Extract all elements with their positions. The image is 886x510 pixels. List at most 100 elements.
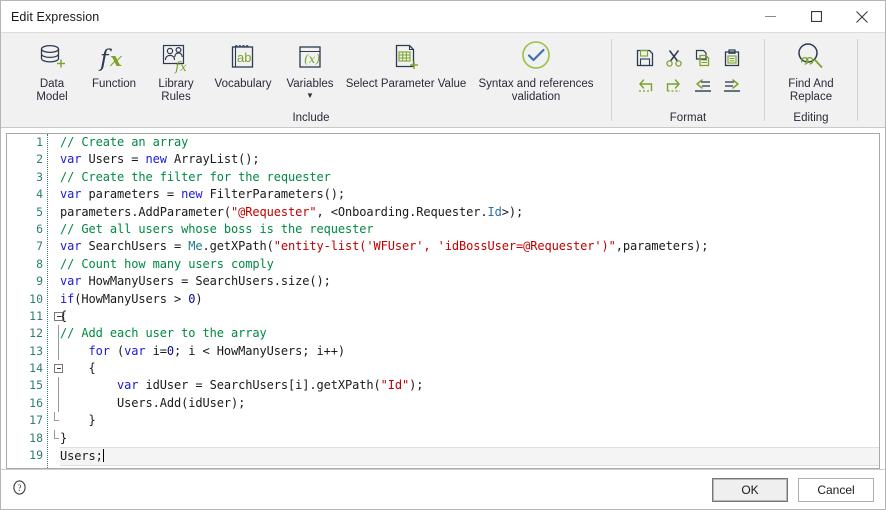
vocabulary-icon: ab xyxy=(226,40,260,76)
line-number: 7 xyxy=(36,239,43,254)
line-number: 18 xyxy=(7,429,59,447)
ribbon-toolbar: Data Model f x Function f x Library Rule… xyxy=(1,32,885,128)
vocabulary-label: Vocabulary xyxy=(214,78,272,90)
code-line[interactable]: // Create an array xyxy=(60,134,879,151)
cancel-button[interactable]: Cancel xyxy=(798,477,874,502)
line-number: 9 xyxy=(36,274,43,289)
line-number: 1 xyxy=(36,135,43,149)
syntax-validation-label: Syntax and references validation xyxy=(478,78,594,103)
vocabulary-button[interactable]: ab Vocabulary xyxy=(207,36,279,91)
code-line[interactable]: // Get all users whose boss is the reque… xyxy=(60,221,879,238)
dialog-buttons: OK Cancel xyxy=(712,477,874,502)
dialog-footer: ? OK Cancel xyxy=(1,469,885,509)
code-line[interactable]: var idUser = SearchUsers[i].getXPath("Id… xyxy=(60,377,879,394)
line-number: 12 xyxy=(7,325,59,343)
svg-text:x: x xyxy=(109,47,123,71)
code-line[interactable]: for (var i=0; i < HowManyUsers; i++) xyxy=(60,343,879,360)
window-controls xyxy=(747,1,885,32)
group-divider-3 xyxy=(857,39,858,121)
database-plus-icon xyxy=(35,40,69,76)
code-line[interactable]: Users; xyxy=(60,447,879,467)
find-replace-icon xyxy=(793,40,829,76)
find-replace-button[interactable]: Find And Replace xyxy=(775,36,847,104)
select-parameter-value-button[interactable]: Select Parameter Value xyxy=(341,36,471,91)
maximize-icon xyxy=(810,11,822,22)
fx-icon: f x xyxy=(97,40,131,76)
ribbon-group-include-label: Include xyxy=(292,112,330,124)
ribbon-group-include: Data Model f x Function f x Library Rule… xyxy=(15,33,607,127)
code-line[interactable]: // Create the filter for the requester xyxy=(60,169,879,186)
code-editor[interactable]: 1 2 3 4 5 6 7 8 9 10 11 12 13 14 15 16 17 18 19 // Create … xyxy=(6,133,880,469)
code-line[interactable]: } xyxy=(60,412,879,429)
save-icon xyxy=(636,49,653,67)
code-line[interactable]: } xyxy=(60,430,879,447)
line-number: 11 xyxy=(7,308,63,325)
line-number-gutter: 1 2 3 4 5 6 7 8 9 10 11 12 13 14 15 16 17 18 19 xyxy=(7,134,63,468)
indent-button[interactable] xyxy=(718,73,745,99)
code-line[interactable]: // Add each user to the array xyxy=(60,325,879,342)
library-rules-icon: f x xyxy=(159,40,193,76)
code-line[interactable]: { xyxy=(60,308,879,325)
variables-label: Variables xyxy=(286,78,334,90)
select-parameter-value-label: Select Parameter Value xyxy=(345,78,467,90)
close-button[interactable] xyxy=(839,1,885,32)
cut-icon xyxy=(665,50,682,67)
paste-icon xyxy=(724,49,739,67)
ok-button[interactable]: OK xyxy=(712,477,788,502)
variables-button[interactable]: (x) Variables ▼ xyxy=(279,36,341,100)
undo-button[interactable] xyxy=(631,73,658,99)
syntax-validation-button[interactable]: Syntax and references validation xyxy=(471,36,601,104)
svg-text:ab: ab xyxy=(237,50,251,65)
window-title: Edit Expression xyxy=(11,9,100,24)
code-line[interactable]: // Count how many users comply xyxy=(60,256,879,273)
code-line[interactable]: var SearchUsers = Me.getXPath("entity-li… xyxy=(60,238,879,255)
svg-text:?: ? xyxy=(18,483,22,493)
data-model-button[interactable]: Data Model xyxy=(21,36,83,104)
line-number: 16 xyxy=(7,394,59,413)
code-line[interactable]: var parameters = new FilterParameters(); xyxy=(60,186,879,203)
line-number: 14 xyxy=(7,360,63,377)
save-button[interactable] xyxy=(631,45,658,71)
code-line[interactable]: { xyxy=(60,360,879,377)
syntax-validation-icon xyxy=(517,40,555,76)
line-number: 4 xyxy=(36,187,43,202)
find-replace-label: Find And Replace xyxy=(788,78,834,103)
code-line[interactable]: Users.Add(idUser); xyxy=(60,395,879,412)
cut-button[interactable] xyxy=(660,45,687,71)
line-number: 15 xyxy=(7,377,59,395)
code-content[interactable]: // Create an array var Users = new ArrayL… xyxy=(54,134,879,468)
text-cursor xyxy=(102,449,104,463)
chevron-down-icon[interactable]: ▼ xyxy=(306,92,314,100)
code-line[interactable]: var HowManyUsers = SearchUsers.size(); xyxy=(60,273,879,290)
line-number: 2 xyxy=(36,152,43,167)
group-divider-1 xyxy=(611,39,612,121)
outdent-button[interactable] xyxy=(689,73,716,99)
library-rules-button[interactable]: f x Library Rules xyxy=(145,36,207,104)
help-icon[interactable]: ? xyxy=(12,479,27,500)
copy-icon xyxy=(695,49,709,67)
maximize-button[interactable] xyxy=(793,1,839,32)
undo-icon xyxy=(638,79,652,92)
function-button[interactable]: f x Function xyxy=(83,36,145,91)
code-line[interactable]: var Users = new ArrayList(); xyxy=(60,151,879,168)
data-model-label: Data Model xyxy=(36,78,68,103)
minimize-button[interactable] xyxy=(747,1,793,32)
select-parameter-value-icon xyxy=(389,40,423,76)
line-number: 5 xyxy=(36,204,43,219)
variables-icon: (x) xyxy=(293,40,327,76)
ribbon-group-format: Format xyxy=(616,33,760,127)
redo-button[interactable] xyxy=(660,73,687,99)
line-number: 17 xyxy=(7,412,59,429)
title-bar: Edit Expression xyxy=(1,1,885,32)
ribbon-group-editing-label: Editing xyxy=(793,112,829,124)
copy-button[interactable] xyxy=(689,45,716,71)
line-number: 6 xyxy=(36,221,43,236)
svg-text:(x): (x) xyxy=(304,52,320,66)
format-buttons-grid xyxy=(630,44,746,100)
paste-button[interactable] xyxy=(718,45,745,71)
line-number: 8 xyxy=(36,256,43,271)
code-line[interactable]: if(HowManyUsers > 0) xyxy=(60,291,879,308)
code-line[interactable]: parameters.AddParameter("@Requester", <O… xyxy=(60,204,879,221)
ribbon-group-editing: Find And Replace Editing xyxy=(769,33,853,127)
ribbon-group-format-label: Format xyxy=(669,112,707,124)
